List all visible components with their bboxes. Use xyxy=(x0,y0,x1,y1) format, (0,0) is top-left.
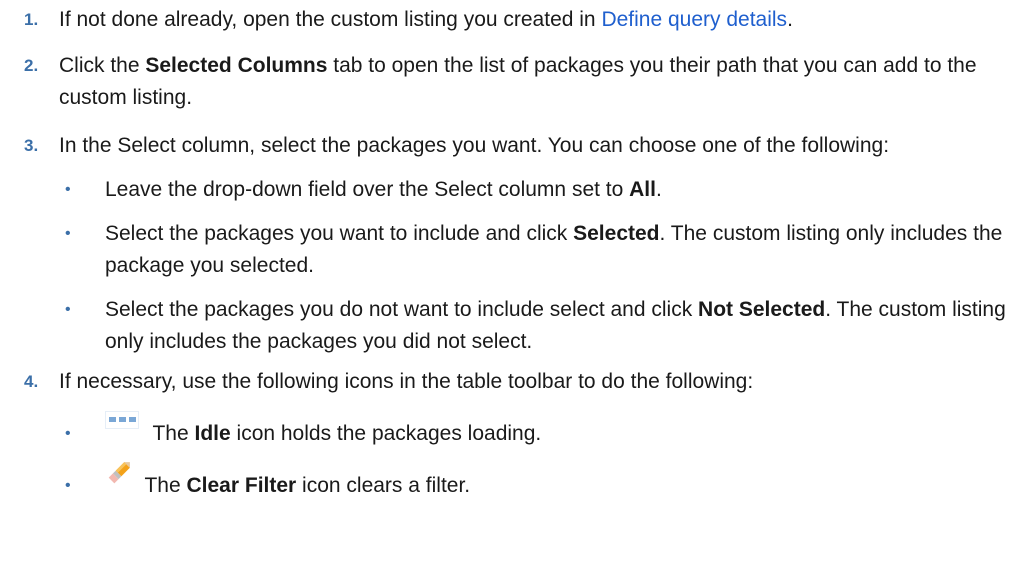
step-text-end: . xyxy=(787,8,793,31)
option-bold: Selected xyxy=(573,222,660,245)
icon-item-idle: • The Idle icon holds the packages loadi… xyxy=(59,410,1032,468)
idle-icon xyxy=(105,407,139,439)
icon-text-end: icon holds the packages loading. xyxy=(230,422,542,445)
step-1: 1. If not done already, open the custom … xyxy=(0,4,1032,50)
option-not-selected: • Select the packages you do not want to… xyxy=(59,294,1032,368)
icon-item-clear-filter: • The Clear Filter icon clears a filter. xyxy=(59,462,1032,510)
icon-text: The xyxy=(152,422,195,445)
option-bold: All xyxy=(629,178,656,201)
option-all: • Leave the drop-down field over the Sel… xyxy=(59,174,1032,218)
step-3-options: • Leave the drop-down field over the Sel… xyxy=(59,174,1032,368)
step-number: 1. xyxy=(24,10,39,29)
option-bold: Not Selected xyxy=(698,298,826,321)
bullet: • xyxy=(65,301,71,318)
step-number: 2. xyxy=(24,56,39,75)
pencil-eraser-icon xyxy=(105,457,135,497)
icon-text: The xyxy=(144,474,187,497)
bullet: • xyxy=(65,225,71,242)
bullet: • xyxy=(65,181,71,198)
step-text: If necessary, use the following icons in… xyxy=(59,370,754,393)
step-number: 4. xyxy=(24,372,39,391)
bullet: • xyxy=(65,425,71,442)
step-text: In the Select column, select the package… xyxy=(59,134,890,157)
option-text-end: . xyxy=(655,178,662,201)
icon-text-end: icon clears a filter. xyxy=(296,474,471,497)
procedure-steps: 1. If not done already, open the custom … xyxy=(0,0,1032,500)
option-text: Select the packages you do not want to i… xyxy=(105,298,699,321)
step-4-icons: • The Idle icon holds the packages loadi… xyxy=(59,410,1032,510)
step-text: Click the xyxy=(59,54,146,77)
icon-bold: Clear Filter xyxy=(186,474,297,497)
define-query-details-link[interactable]: Define query details xyxy=(601,8,787,31)
option-selected: • Select the packages you want to includ… xyxy=(59,218,1032,294)
selected-columns-label: Selected Columns xyxy=(145,54,328,77)
step-3: 3. In the Select column, select the pack… xyxy=(0,130,1032,368)
icon-bold: Idle xyxy=(194,422,231,445)
step-4: 4. If necessary, use the following icons… xyxy=(0,366,1032,510)
step-2: 2. Click the Selected Columns tab to ope… xyxy=(0,50,1032,122)
bullet: • xyxy=(65,477,71,494)
step-number: 3. xyxy=(24,136,39,155)
step-text: If not done already, open the custom lis… xyxy=(59,8,602,31)
option-text: Leave the drop-down field over the Selec… xyxy=(105,178,630,201)
option-text: Select the packages you want to include … xyxy=(105,222,574,245)
